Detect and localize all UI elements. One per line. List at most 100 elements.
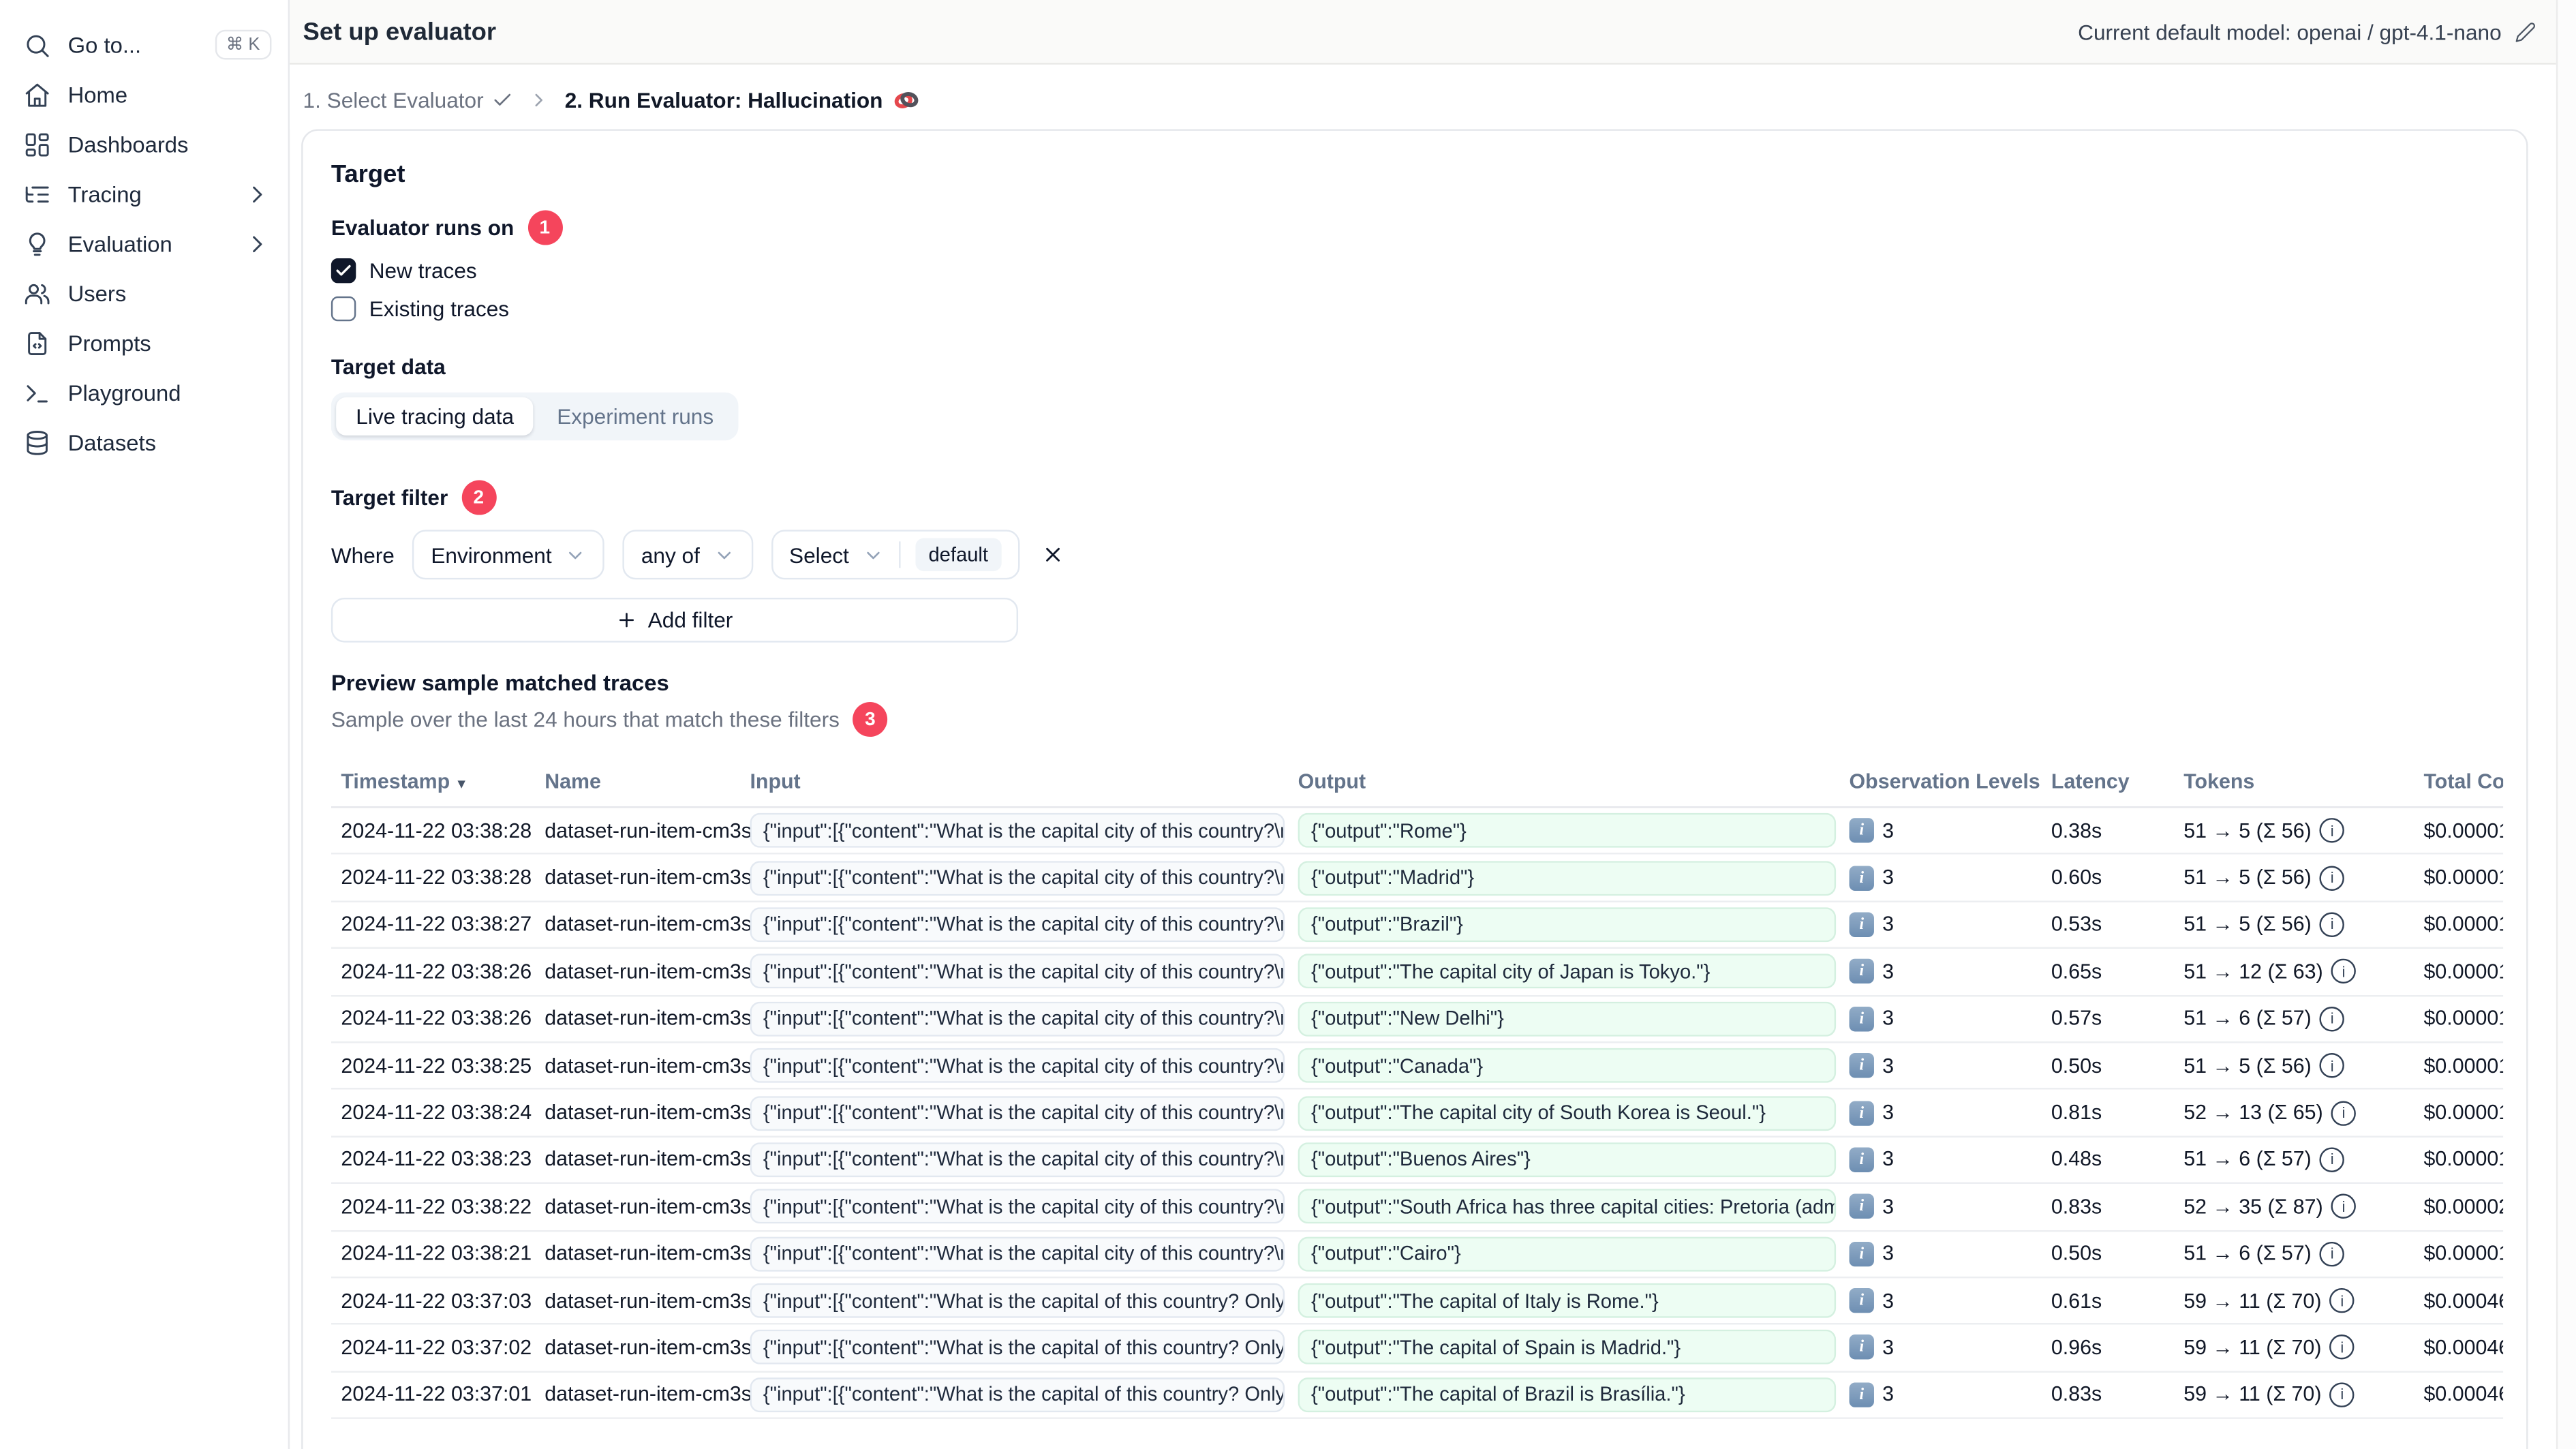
input-json-chip[interactable]: {"input":[{"content":"What is the capita… [750,1001,1285,1037]
output-json-chip[interactable]: {"output":"Rome"} [1298,813,1837,849]
latency-cell: 0.50s [2051,1242,2102,1266]
info-circle-icon[interactable]: i [2329,1382,2355,1407]
table-row[interactable]: 2024-11-22 03:38:26 dataset-run-item-cm3s… [331,996,2504,1043]
table-row[interactable]: 2024-11-22 03:38:27 dataset-run-item-cm3s… [331,902,2504,949]
filter-value-select[interactable]: Select default [771,530,1020,580]
tokens-cell: 51 → 5 (Σ 56) i [2183,1053,2423,1078]
output-cell: {"output":"Buenos Aires"} [1298,1142,1850,1178]
checkbox-box[interactable] [331,258,356,284]
table-row[interactable]: 2024-11-22 03:38:21 dataset-run-item-cm3s… [331,1231,2504,1279]
input-json-chip[interactable]: {"input":[{"content":"What is the capita… [750,1283,1285,1318]
info-circle-icon[interactable]: i [2329,1288,2355,1313]
input-json-chip[interactable]: {"input":[{"content":"What is the capita… [750,1142,1285,1178]
input-json-chip[interactable]: {"input":[{"content":"What is the capita… [750,813,1285,849]
observation-levels-cell: i3 [1849,1382,2051,1407]
input-json-chip[interactable]: {"input":[{"content":"What is the capita… [750,1048,1285,1084]
input-json-chip[interactable]: {"input":[{"content":"What is the capita… [750,954,1285,990]
add-filter-button[interactable]: Add filter [331,597,1019,643]
datasets-icon [23,428,51,456]
sidebar-item-dashboards[interactable]: Dashboards [0,119,288,169]
column-header-observation-levels[interactable]: Observation Levels [1850,769,2051,792]
checkbox-new-traces[interactable]: New traces [331,258,2503,284]
sidebar-item-users[interactable]: Users [0,269,288,318]
output-json-chip[interactable]: {"output":"Buenos Aires"} [1298,1142,1837,1178]
target-data-tabs: Live tracing data Experiment runs [331,392,739,441]
output-json-chip[interactable]: {"output":"Brazil"} [1298,907,1837,943]
sidebar-item-datasets[interactable]: Datasets [0,417,288,467]
info-circle-icon[interactable]: i [2331,959,2357,984]
filter-value-chip[interactable]: default [915,538,1002,572]
output-json-chip[interactable]: {"output":"The capital city of Japan is … [1298,954,1837,990]
table-row[interactable]: 2024-11-22 03:38:24 dataset-run-item-cm3s… [331,1090,2504,1138]
table-row[interactable]: 2024-11-22 03:37:03 dataset-run-item-cm3s… [331,1278,2504,1326]
input-json-chip[interactable]: {"input":[{"content":"What is the capita… [750,860,1285,896]
table-row[interactable]: 2024-11-22 03:38:23 dataset-run-item-cm3s… [331,1137,2504,1185]
observation-levels-value: 3 [1882,1195,1895,1219]
checkbox-existing-traces[interactable]: Existing traces [331,296,2503,322]
info-circle-icon[interactable]: i [2319,1006,2345,1031]
column-header-timestamp[interactable]: Timestamp ▼ [331,769,545,792]
tab-experiment-runs[interactable]: Experiment runs [537,397,733,436]
table-row[interactable]: 2024-11-22 03:37:02 dataset-run-item-cm3s… [331,1325,2504,1373]
info-circle-icon[interactable]: i [2319,865,2345,890]
column-header-name[interactable]: Name [545,769,750,792]
input-json-chip[interactable]: {"input":[{"content":"What is the capita… [750,1095,1285,1131]
table-row[interactable]: 2024-11-22 03:38:28 dataset-run-item-cm3s… [331,855,2504,902]
output-cell: {"output":"The capital of Italy is Rome.… [1298,1283,1850,1318]
info-circle-icon[interactable]: i [2331,1100,2357,1125]
plus-icon [617,609,639,631]
info-circle-icon[interactable]: i [2319,818,2345,843]
input-json-chip[interactable]: {"input":[{"content":"What is the capita… [750,907,1285,943]
input-json-chip[interactable]: {"input":[{"content":"What is the capita… [750,1330,1285,1365]
info-circle-icon[interactable]: i [2329,1335,2355,1360]
breadcrumb-step-1[interactable]: 1. Select Evaluator [303,88,514,112]
page-scrollbar[interactable] [2556,0,2576,1449]
info-circle-icon[interactable]: i [2319,1241,2345,1266]
table-row[interactable]: 2024-11-22 03:37:01 dataset-run-item-cm3s… [331,1372,2504,1420]
tokens-value: 51 → 12 (Σ 63) [2183,960,2323,983]
info-circle-icon[interactable]: i [2319,912,2345,937]
remove-filter-button[interactable] [1041,543,1064,566]
output-json-chip[interactable]: {"output":"New Delhi"} [1298,1001,1837,1037]
column-header-latency[interactable]: Latency [2051,769,2183,792]
info-circle-icon[interactable]: i [2319,1147,2345,1172]
input-json-chip[interactable]: {"input":[{"content":"What is the capita… [750,1236,1285,1271]
output-json-chip[interactable]: {"output":"South Africa has three capita… [1298,1189,1837,1225]
table-row[interactable]: 2024-11-22 03:38:26 dataset-run-item-cm3s… [331,949,2504,996]
tab-live-tracing-data[interactable]: Live tracing data [336,397,534,436]
output-json-chip[interactable]: {"output":"Madrid"} [1298,860,1837,896]
column-header-input[interactable]: Input [750,769,1298,792]
checkbox-box[interactable] [331,296,356,322]
sidebar-item-goto[interactable]: Go to... ⌘ K [0,20,288,70]
observation-levels-value: 3 [1882,960,1895,983]
output-json-chip[interactable]: {"output":"The capital of Italy is Rome.… [1298,1283,1837,1318]
sidebar-item-label: Users [67,280,127,306]
edit-pencil-icon[interactable] [2515,20,2536,42]
filter-operator-select[interactable]: any of [623,530,753,580]
sidebar-item-home[interactable]: Home [0,70,288,119]
column-header-tokens[interactable]: Tokens [2183,769,2423,792]
output-json-chip[interactable]: {"output":"Cairo"} [1298,1236,1837,1271]
output-cell: {"output":"Rome"} [1298,813,1850,849]
output-json-chip[interactable]: {"output":"The capital of Spain is Madri… [1298,1330,1837,1365]
sidebar-item-prompts[interactable]: Prompts [0,318,288,367]
sidebar-item-tracing[interactable]: Tracing [0,169,288,219]
input-json-chip[interactable]: {"input":[{"content":"What is the capita… [750,1189,1285,1225]
sidebar-item-evaluation[interactable]: Evaluation [0,219,288,269]
filter-column-select[interactable]: Environment [412,530,605,580]
output-json-chip[interactable]: {"output":"The capital of Brazil is Bras… [1298,1377,1837,1412]
table-row[interactable]: 2024-11-22 03:38:28 dataset-run-item-cm3s… [331,808,2504,855]
observation-levels-cell: i3 [1849,1241,2051,1266]
breadcrumb-step-2[interactable]: 2. Run Evaluator: Hallucination [565,86,921,114]
info-circle-icon[interactable]: i [2331,1194,2357,1219]
input-json-chip[interactable]: {"input":[{"content":"What is the capita… [750,1377,1285,1412]
table-row[interactable]: 2024-11-22 03:38:25 dataset-run-item-cm3s… [331,1043,2504,1090]
column-header-total-cost[interactable]: Total Cost [2423,769,2503,792]
input-cell: {"input":[{"content":"What is the capita… [750,1142,1298,1178]
column-header-output[interactable]: Output [1298,769,1850,792]
sidebar-item-playground[interactable]: Playground [0,367,288,417]
output-json-chip[interactable]: {"output":"The capital city of South Kor… [1298,1095,1837,1131]
table-row[interactable]: 2024-11-22 03:38:22 dataset-run-item-cm3s… [331,1184,2504,1232]
output-json-chip[interactable]: {"output":"Canada"} [1298,1048,1837,1084]
info-circle-icon[interactable]: i [2319,1053,2345,1078]
